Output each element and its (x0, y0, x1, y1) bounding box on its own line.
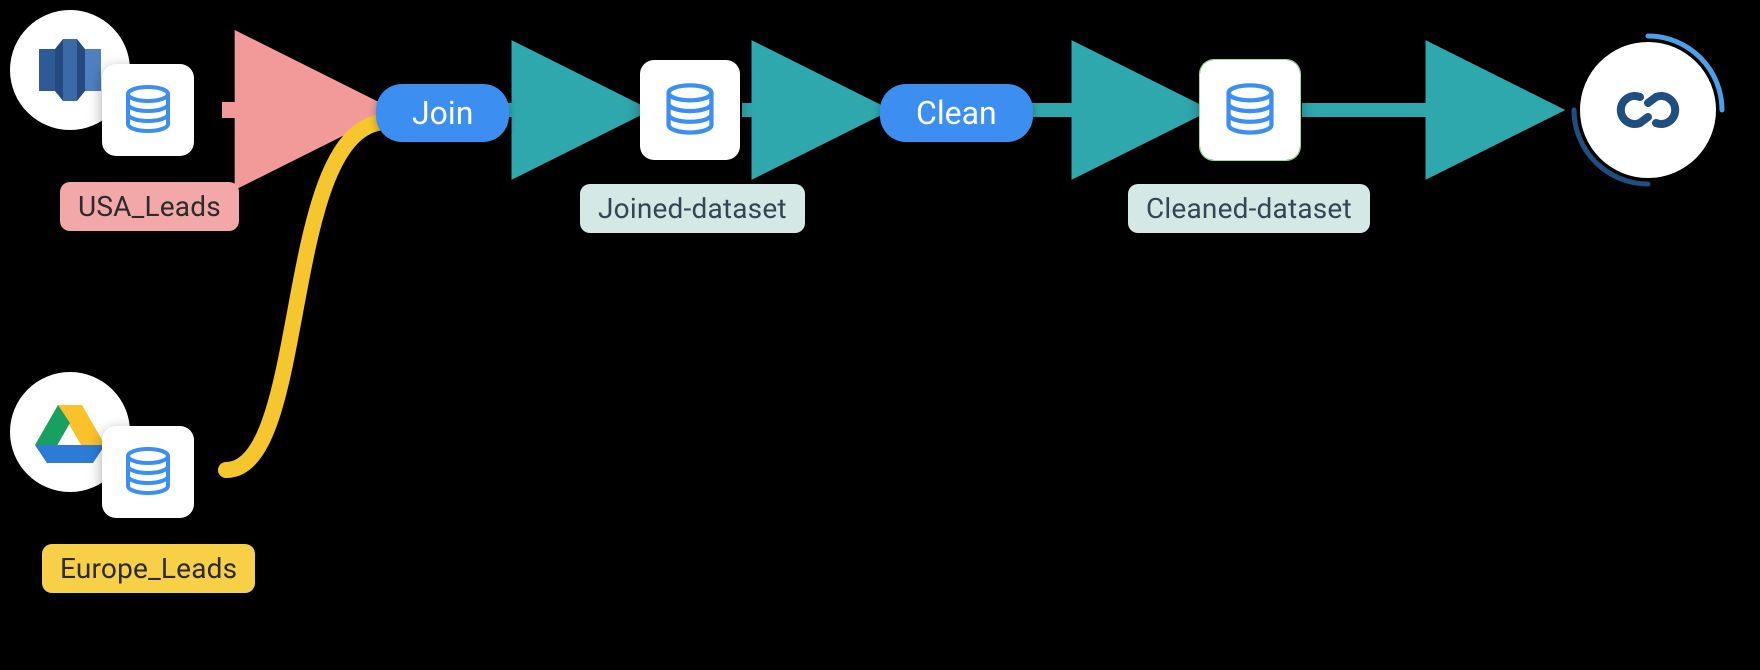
destination-node[interactable] (1568, 30, 1728, 190)
database-icon (660, 80, 720, 140)
dataset-joined-icon[interactable] (640, 60, 740, 160)
source-usa[interactable] (10, 10, 130, 130)
dataset-cleaned-icon[interactable] (1200, 60, 1300, 160)
gdrive-icon (35, 401, 105, 463)
source-usa-label: USA_Leads (60, 182, 239, 231)
zoho-crm-icon (1605, 67, 1691, 153)
transform-clean[interactable]: Clean (880, 84, 1033, 142)
pipeline-edges (0, 0, 1760, 670)
edge-europe-to-join (226, 122, 384, 470)
source-europe-label: Europe_Leads (42, 544, 255, 593)
connector-zoho (1580, 42, 1716, 178)
source-europe[interactable] (10, 372, 130, 492)
dataset-joined-label: Joined-dataset (580, 184, 805, 233)
dataset-cleaned-label: Cleaned-dataset (1128, 184, 1370, 233)
transform-join[interactable]: Join (376, 84, 509, 142)
database-icon (120, 82, 176, 138)
redshift-icon (31, 31, 109, 109)
source-europe-table-icon (102, 426, 194, 518)
database-icon (120, 444, 176, 500)
database-icon (1220, 80, 1280, 140)
source-usa-table-icon (102, 64, 194, 156)
